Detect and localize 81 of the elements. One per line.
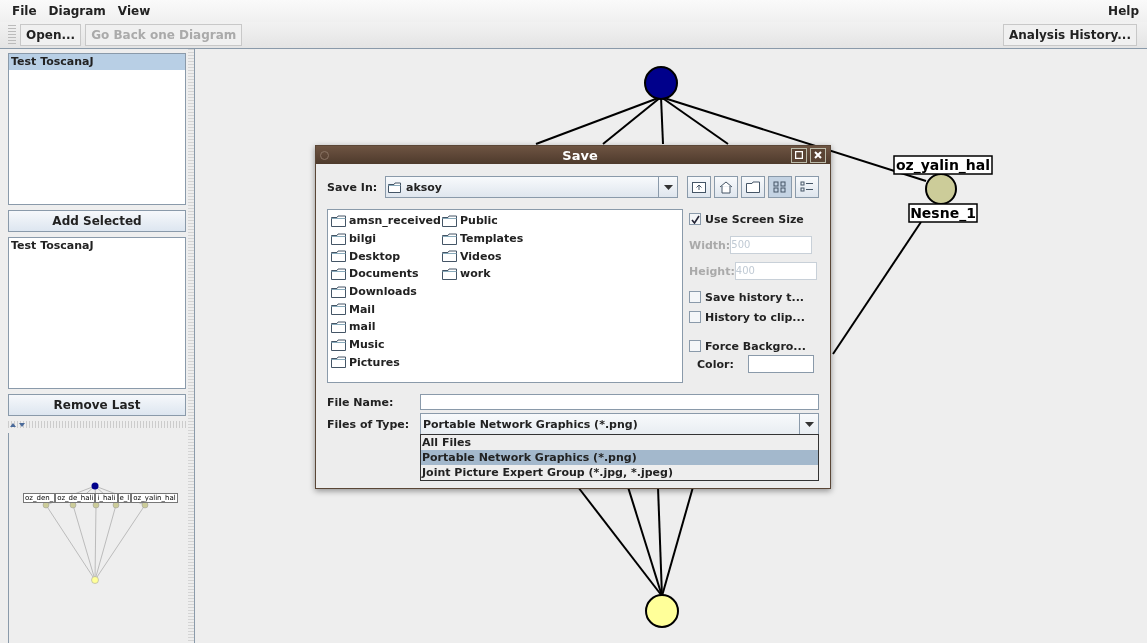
save-in-dropdown[interactable]: aksoy xyxy=(385,176,678,198)
folder-icon xyxy=(442,214,457,227)
folder-icon xyxy=(331,250,346,263)
checkbox[interactable] xyxy=(689,311,701,323)
folder-icon xyxy=(746,181,760,193)
list-item[interactable]: Test ToscanaJ xyxy=(9,238,185,254)
folder-name[interactable]: Music xyxy=(349,338,385,352)
grid-icon xyxy=(773,181,787,193)
dropdown-option[interactable]: Joint Picture Expert Group (*.jpg, *.jpeg) xyxy=(421,465,818,480)
folder-name[interactable]: Documents xyxy=(349,267,419,281)
node-label: oz_yalin_hal xyxy=(893,155,993,175)
folder-name[interactable]: Pictures xyxy=(349,355,400,369)
folder-name[interactable]: Mail xyxy=(349,302,375,316)
folder-name[interactable]: Public xyxy=(460,214,498,228)
dropdown-option[interactable]: All Files xyxy=(421,435,818,450)
folder-icon xyxy=(331,267,346,280)
caret-icon xyxy=(804,421,814,427)
folder-name[interactable]: Downloads xyxy=(349,285,417,299)
folder-icon xyxy=(331,232,346,245)
checkbox[interactable] xyxy=(689,291,701,303)
diagram-node[interactable] xyxy=(925,173,957,205)
color-field[interactable] xyxy=(747,355,814,373)
list-view-button[interactable] xyxy=(768,176,792,198)
field-label: Width: xyxy=(689,238,731,252)
color-label: Color: xyxy=(697,357,734,371)
close-icon xyxy=(814,151,822,159)
diagram-node[interactable] xyxy=(645,594,679,628)
list-item[interactable]: Test ToscanaJ xyxy=(9,54,185,70)
folder-icon xyxy=(442,267,457,280)
folder-name[interactable]: bilgi xyxy=(349,232,377,246)
menu-item[interactable]: Diagram xyxy=(48,4,106,18)
remove-last-button[interactable]: Remove Last xyxy=(8,394,186,416)
add-selected-button[interactable]: Add Selected xyxy=(8,210,186,232)
menu-item[interactable]: View xyxy=(117,4,151,18)
diagram-node[interactable] xyxy=(644,66,678,100)
file-name-field[interactable] xyxy=(420,394,819,410)
checkbox-label: Save history t... xyxy=(705,290,804,304)
analysis-history-button[interactable]: Analysis History... xyxy=(1002,24,1137,46)
folder-name[interactable]: Templates xyxy=(460,232,524,246)
files-of-type-label: Files of Type: xyxy=(327,417,411,431)
folder-name[interactable]: mail xyxy=(349,320,376,334)
checkbox-label: Use Screen Size xyxy=(705,212,804,226)
checkbox-label: Force Backgro... xyxy=(705,339,806,353)
save-in-label: Save In: xyxy=(327,180,379,194)
folder-name[interactable]: amsn_received xyxy=(349,214,441,228)
folder-icon xyxy=(331,285,346,298)
caret-icon xyxy=(663,184,673,190)
folder-icon xyxy=(331,338,346,351)
folder-icon xyxy=(442,250,457,263)
new-folder-button[interactable] xyxy=(741,176,765,198)
details-view-button[interactable] xyxy=(795,176,819,198)
folder-name[interactable]: Desktop xyxy=(349,249,401,263)
splitter[interactable] xyxy=(188,49,195,643)
node-label: Nesne_1 xyxy=(908,203,978,223)
folder-name[interactable]: Videos xyxy=(460,249,502,263)
file-type-dropdown[interactable]: Portable Network Graphics (*.png) xyxy=(420,413,819,435)
close-button[interactable] xyxy=(810,147,826,163)
folder-icon xyxy=(331,214,346,227)
up-folder-button[interactable] xyxy=(687,176,711,198)
file-name-label: File Name: xyxy=(327,395,395,409)
toolbar-button[interactable]: Open... xyxy=(20,24,82,46)
menu-item[interactable]: Help xyxy=(1108,4,1139,18)
folder-name[interactable]: work xyxy=(460,267,491,281)
maximize-button[interactable] xyxy=(791,147,807,163)
folder-icon xyxy=(331,303,346,316)
window-title: Save xyxy=(561,147,598,163)
list-icon xyxy=(800,181,814,193)
maximize-icon xyxy=(795,151,803,159)
dropdown-option[interactable]: Portable Network Graphics (*.png) xyxy=(421,450,818,465)
field-label: Height: xyxy=(689,264,735,278)
checkbox-label: History to clip... xyxy=(705,310,805,324)
house-icon xyxy=(719,180,733,194)
splitter-arrows-icon[interactable] xyxy=(8,421,28,428)
menu-item[interactable]: File xyxy=(12,4,37,18)
folder-icon xyxy=(388,181,401,193)
folder-icon xyxy=(331,356,346,369)
checkbox[interactable] xyxy=(689,340,701,352)
folder-icon xyxy=(442,232,457,245)
up-arrow-folder-icon xyxy=(692,181,706,193)
folder-icon xyxy=(331,320,346,333)
checkbox[interactable] xyxy=(689,213,701,225)
